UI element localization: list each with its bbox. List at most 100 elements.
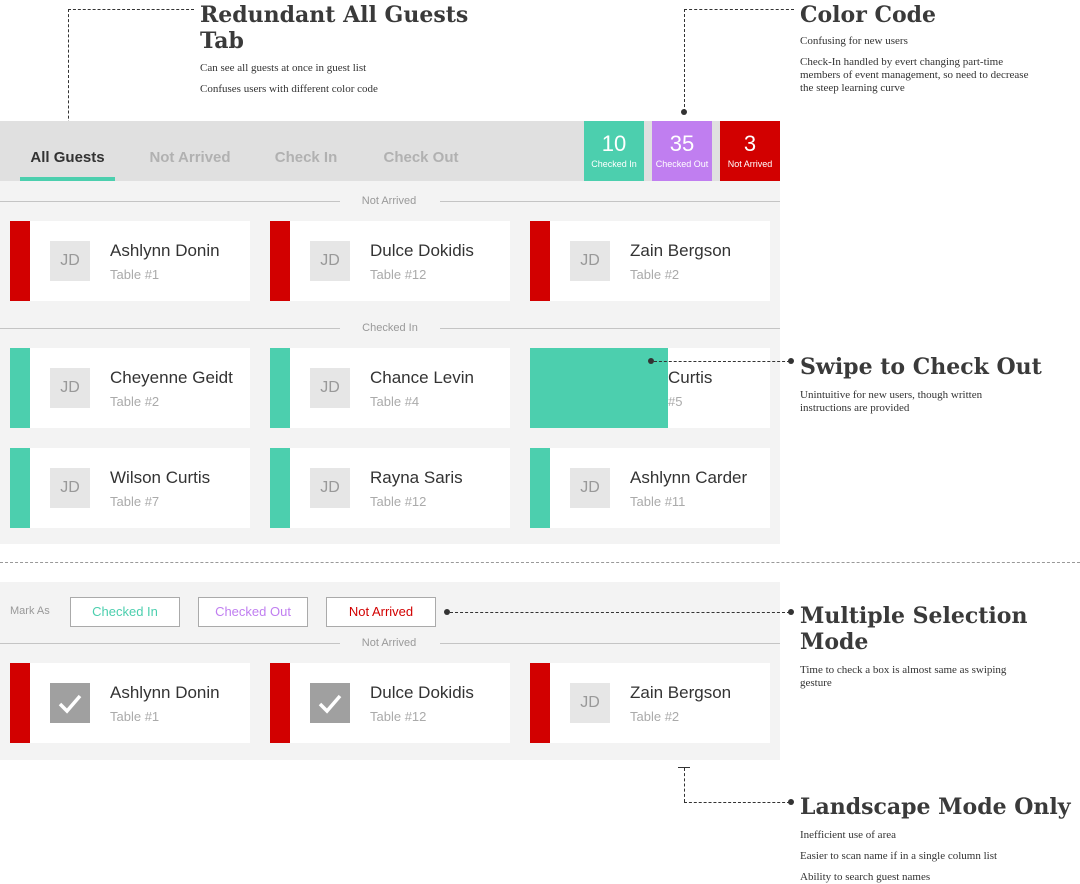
annotation-text: Check-In handled by evert changing part-… [800, 56, 1029, 94]
status-color-bar [270, 448, 290, 528]
section-divider [0, 328, 340, 329]
stat-label: Checked In [591, 159, 637, 169]
annotation-text: Easier to scan name if in a single colum… [800, 850, 998, 862]
checkmark-icon [318, 694, 342, 714]
section-separator [0, 562, 1080, 563]
status-color-bar [10, 348, 30, 428]
tab-not-arrived[interactable]: Not Arrived [140, 121, 240, 181]
guest-card[interactable]: JD Dulce Dokidis Table #12 [270, 221, 510, 301]
section-divider [440, 643, 780, 644]
annotation-leader-line [684, 768, 685, 802]
section-label-not-arrived: Not Arrived [361, 637, 417, 649]
annotation-title-landscape: Landscape Mode Only [800, 794, 1071, 820]
annotation-text: Confuses users with different color code [200, 83, 378, 95]
avatar: JD [310, 241, 350, 281]
guest-card[interactable]: JD Ashlynn Carder Table #11 [530, 448, 770, 528]
checkmark-icon [58, 694, 82, 714]
avatar: JD [570, 241, 610, 281]
guest-table: Table #7 [110, 494, 160, 509]
annotation-dot [788, 609, 794, 615]
checkbox[interactable] [310, 683, 350, 723]
guest-name: Chance Levin [370, 368, 474, 387]
checkbox[interactable] [50, 683, 90, 723]
guest-table: Table #2 [110, 394, 160, 409]
tab-check-out[interactable]: Check Out [376, 121, 466, 181]
annotation-leader-line [450, 612, 790, 613]
status-color-bar [530, 663, 550, 743]
guest-name: Zain Bergson [630, 241, 732, 260]
mark-checked-in-button[interactable]: Checked In [70, 597, 180, 627]
status-color-bar [10, 221, 30, 301]
section-divider [0, 201, 340, 202]
section-divider [440, 201, 780, 202]
guest-table: Table #1 [110, 709, 160, 724]
stat-checked-in[interactable]: 10 Checked In [584, 121, 644, 181]
avatar: JD [50, 468, 90, 508]
section-divider [0, 643, 340, 644]
stat-not-arrived[interactable]: 3 Not Arrived [720, 121, 780, 181]
avatar: JD [310, 468, 350, 508]
guest-card[interactable]: Dulce Dokidis Table #12 [270, 663, 510, 743]
guest-name: Ashlynn Donin [110, 241, 220, 260]
guest-card[interactable]: JD Ashlynn Donin Table #1 [10, 221, 250, 301]
annotation-leader-line [684, 802, 790, 803]
guest-name: Zain Bergson [630, 683, 732, 702]
avatar: JD [50, 368, 90, 408]
guest-table: #5 [668, 394, 683, 409]
annotation-text: Unintuitive for new users, though writte… [800, 389, 983, 414]
avatar: JD [310, 368, 350, 408]
stat-label: Checked Out [655, 159, 709, 169]
stat-value: 35 [669, 131, 695, 156]
section-label-checked-in: Checked In [362, 322, 418, 334]
guest-table: Table #12 [370, 267, 427, 282]
section-label-not-arrived: Not Arrived [361, 195, 417, 207]
guest-card[interactable]: JD Rayna Saris Table #12 [270, 448, 510, 528]
annotation-leader-line [68, 9, 194, 10]
guest-card[interactable]: Ashlynn Donin Table #1 [10, 663, 250, 743]
guest-table: Table #11 [630, 494, 686, 509]
stat-checked-out[interactable]: 35 Checked Out [652, 121, 712, 181]
guest-name: Ashlynn Donin [110, 683, 220, 702]
annotation-title-multi-select: Multiple Selection Mode [800, 603, 1028, 655]
annotation-title-color-code: Color Code [800, 2, 937, 28]
guest-name: Curtis [668, 368, 713, 387]
status-color-bar [530, 221, 550, 301]
guest-name: Ashlynn Carder [630, 468, 748, 487]
stat-label: Not Arrived [727, 159, 773, 169]
guest-card[interactable]: JD Zain Bergson Table #2 [530, 221, 770, 301]
status-color-bar [530, 448, 550, 528]
mark-checked-out-button[interactable]: Checked Out [198, 597, 308, 627]
annotation-leader-line [684, 9, 685, 112]
status-color-bar [10, 663, 30, 743]
tab-check-in[interactable]: Check In [266, 121, 346, 181]
guest-name: Cheyenne Geidt [110, 368, 233, 387]
guest-card[interactable]: JD Chance Levin Table #4 [270, 348, 510, 428]
annotation-text: Can see all guests at once in guest list [200, 62, 367, 74]
guest-name: Rayna Saris [370, 468, 463, 487]
guest-table: Table #2 [630, 267, 680, 282]
mark-not-arrived-button[interactable]: Not Arrived [326, 597, 436, 627]
guest-table: Table #12 [370, 709, 427, 724]
guest-name: Dulce Dokidis [370, 241, 474, 260]
tab-all-guests[interactable]: All Guests [20, 121, 115, 181]
annotation-leader-line [654, 361, 790, 362]
annotation-text: Inefficient use of area [800, 829, 896, 841]
guest-card[interactable]: JD Zain Bergson Table #2 [530, 663, 770, 743]
guest-card[interactable]: JD Wilson Curtis Table #7 [10, 448, 250, 528]
avatar: JD [570, 468, 610, 508]
annotation-dot [681, 109, 687, 115]
annotation-dot [788, 358, 794, 364]
stat-value: 3 [743, 131, 757, 156]
status-color-bar [270, 348, 290, 428]
annotation-text: Ability to search guest names [800, 871, 931, 883]
guest-table: Table #12 [370, 494, 427, 509]
annotation-title-redundant-tab: Redundant All Guests Tab [200, 2, 469, 54]
status-color-bar [270, 221, 290, 301]
guest-card[interactable]: JD Cheyenne Geidt Table #2 [10, 348, 250, 428]
guest-table: Table #4 [370, 394, 420, 409]
annotation-title-swipe: Swipe to Check Out [800, 354, 1042, 380]
annotation-text: Confusing for new users [800, 35, 908, 47]
guest-table: Table #1 [110, 267, 160, 282]
annotation-dot [788, 799, 794, 805]
stat-value: 10 [601, 131, 627, 156]
